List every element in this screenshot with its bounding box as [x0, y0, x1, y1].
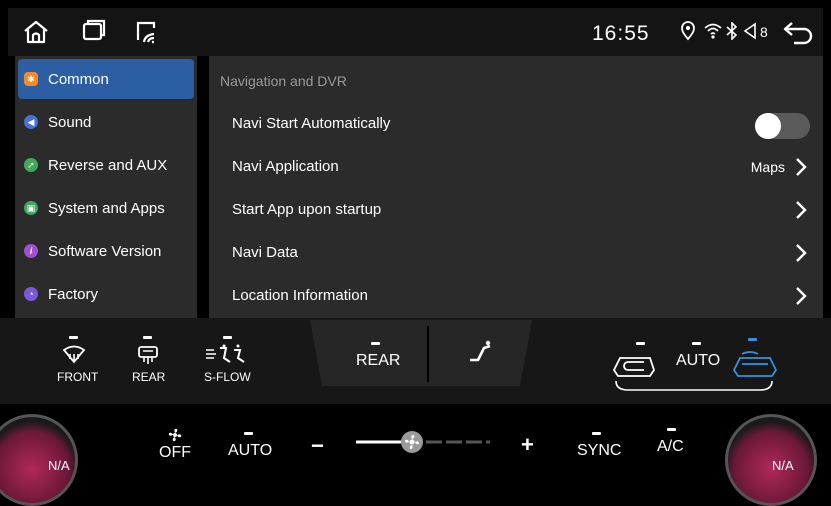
sidebar-item-label: Common: [48, 70, 109, 88]
chevron-right-icon: [796, 244, 807, 262]
sflow-label: S-FLOW: [204, 370, 251, 384]
status-bar: 16:55 8: [8, 8, 823, 56]
row-label: Start App upon startup: [232, 201, 382, 218]
row-label: Navi Data: [232, 244, 298, 261]
row-start-app-upon-startup[interactable]: Start App upon startup: [209, 189, 823, 232]
factory-icon: ◔: [24, 287, 38, 301]
back-icon[interactable]: [782, 20, 816, 46]
toggle-knob: [755, 113, 781, 139]
location-icon: [681, 21, 695, 41]
sidebar-item-label: Sound: [48, 113, 92, 131]
rear-climate-indicator: [371, 342, 380, 345]
bluetooth-icon: [726, 22, 738, 40]
front-defrost-label: FRONT: [57, 370, 99, 384]
settings-sidebar: ✱ Common ◀ Sound ➚ Reverse and AUX ▣ Sys…: [15, 56, 197, 318]
fan-auto-button[interactable]: AUTO: [228, 442, 272, 460]
right-temperature-dial[interactable]: [725, 414, 817, 506]
sidebar-item-label: Software Version: [48, 242, 162, 260]
section-title: Navigation and DVR: [220, 73, 347, 89]
speaker-icon: ◀: [24, 115, 38, 129]
sidebar-item-common[interactable]: ✱ Common: [18, 59, 194, 99]
auto-ac-indicator: [692, 342, 701, 345]
sidebar-item-factory[interactable]: ◔ Factory: [18, 274, 194, 314]
chevron-right-icon: [796, 158, 807, 176]
auto-bracket: [615, 380, 773, 391]
wifi-icon: [704, 23, 722, 39]
rear-climate-button[interactable]: REAR: [356, 352, 400, 370]
seat-airflow-icon[interactable]: [466, 340, 494, 366]
system-icon: ▣: [24, 201, 38, 215]
row-navi-data[interactable]: Navi Data: [209, 232, 823, 275]
ac-button[interactable]: A/C: [657, 438, 684, 456]
fan-increase-button[interactable]: +: [521, 432, 534, 458]
sync-indicator: [592, 432, 601, 435]
sflow-indicator: [223, 336, 232, 339]
chevron-right-icon: [796, 201, 807, 219]
volume-icon: [743, 22, 756, 40]
fan-off-button[interactable]: OFF: [159, 444, 191, 462]
front-defrost-icon[interactable]: [62, 344, 86, 366]
fresh-air-indicator: [748, 338, 757, 341]
info-icon: i: [24, 244, 38, 258]
sidebar-item-reverse-aux[interactable]: ➚ Reverse and AUX: [18, 145, 194, 185]
ac-indicator: [667, 428, 676, 431]
clock: 16:55: [592, 22, 650, 45]
fresh-air-icon[interactable]: [728, 348, 782, 380]
sidebar-item-system-apps[interactable]: ▣ System and Apps: [18, 188, 194, 228]
fan-decrease-button[interactable]: −: [311, 433, 324, 459]
chevron-right-icon: [796, 287, 807, 305]
row-navi-start-automatically[interactable]: Navi Start Automatically: [209, 103, 823, 146]
row-label: Navi Start Automatically: [232, 115, 391, 132]
row-label: Navi Application: [232, 158, 339, 175]
fan-speed-slider[interactable]: [354, 430, 494, 454]
settings-content: Navigation and DVR Navi Start Automatica…: [209, 56, 823, 318]
recirculation-indicator: [636, 342, 645, 345]
rear-defrost-icon[interactable]: [136, 344, 160, 366]
fan-auto-indicator: [244, 432, 253, 435]
auto-ac-button[interactable]: AUTO: [676, 352, 720, 370]
sflow-icon[interactable]: [204, 344, 246, 366]
row-label: Location Information: [232, 287, 368, 304]
front-defrost-indicator: [69, 336, 78, 339]
sidebar-item-label: Reverse and AUX: [48, 156, 168, 174]
right-temperature-value: N/A: [772, 458, 794, 473]
volume-level: 8: [760, 24, 768, 40]
rear-climate-panel: [310, 320, 532, 386]
row-location-information[interactable]: Location Information: [209, 275, 823, 318]
compass-icon: ➚: [24, 158, 38, 172]
sidebar-item-label: Factory: [48, 285, 99, 303]
row-value: Maps: [750, 159, 785, 175]
recirculation-icon[interactable]: [610, 350, 658, 380]
home-icon[interactable]: [22, 18, 50, 46]
left-temperature-value: N/A: [48, 458, 70, 473]
screen-mirror-icon[interactable]: [132, 18, 160, 46]
recent-apps-icon[interactable]: [80, 18, 108, 46]
sync-button[interactable]: SYNC: [577, 442, 621, 460]
sidebar-item-software-version[interactable]: i Software Version: [18, 231, 194, 271]
rear-defrost-indicator: [143, 336, 152, 339]
navi-start-toggle[interactable]: [755, 113, 810, 139]
row-navi-application[interactable]: Navi Application Maps: [209, 146, 823, 189]
sidebar-item-label: System and Apps: [48, 199, 165, 217]
sidebar-item-sound[interactable]: ◀ Sound: [18, 102, 194, 142]
gear-icon: ✱: [24, 72, 38, 86]
fan-icon: [168, 428, 182, 442]
rear-defrost-label: REAR: [132, 370, 166, 384]
climate-control-bar: FRONT REAR S-FLOW REAR AUTO N/A OFF AUTO…: [0, 318, 831, 506]
